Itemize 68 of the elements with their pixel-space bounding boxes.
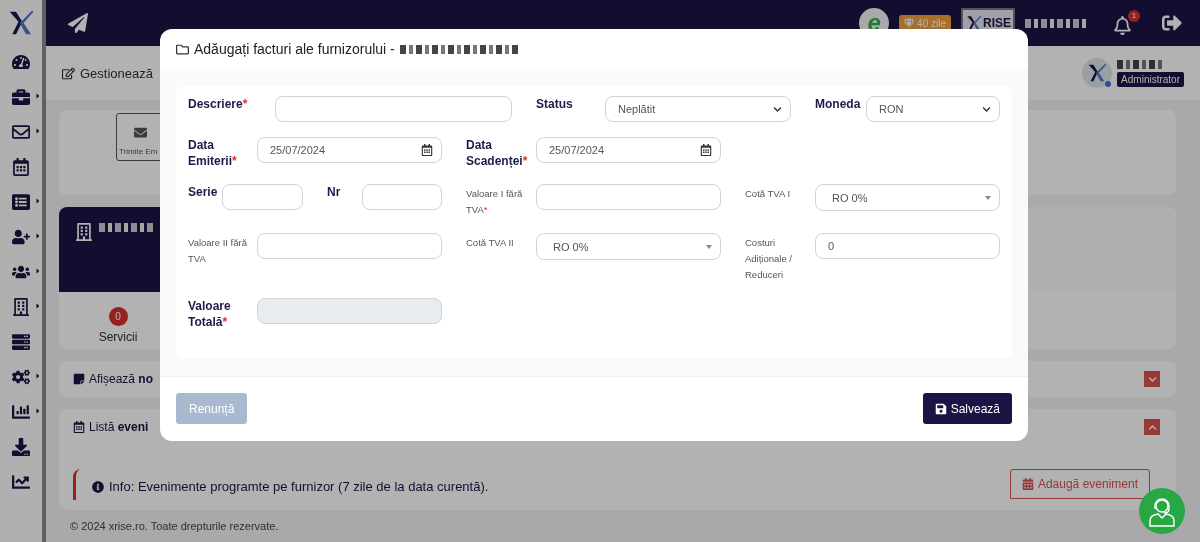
caret-down-icon	[985, 195, 991, 200]
logout-icon[interactable]	[1162, 13, 1182, 33]
count-badge: 0	[108, 307, 128, 326]
toggle-button[interactable]	[1144, 371, 1160, 387]
field-label: Nr	[327, 184, 342, 200]
calendar-icon	[73, 421, 85, 433]
field-label: Valoare Totală*	[188, 298, 232, 330]
caret-right-icon	[34, 407, 42, 415]
info-text: Info: Evenimente programte pe furnizor (7 zile de la data curentă).	[109, 479, 489, 494]
bell-icon[interactable]	[1113, 15, 1132, 35]
caret-right-icon	[34, 232, 42, 240]
page-title: Gestionează	[80, 65, 153, 81]
field-label: Status	[536, 96, 574, 112]
caret-right-icon	[34, 197, 42, 205]
text-field[interactable]	[222, 184, 303, 210]
field-label: Descriere*	[188, 96, 249, 112]
text-field[interactable]	[536, 184, 721, 210]
info-icon	[92, 480, 104, 493]
text-field[interactable]	[257, 233, 442, 259]
field-label: Valoare II fără TVA	[188, 236, 248, 266]
calendar-icon	[421, 144, 433, 156]
text-field[interactable]	[362, 184, 442, 210]
text-field[interactable]: 0	[815, 233, 1000, 259]
paper-plane-icon[interactable]	[68, 13, 88, 33]
modal-title: Adăugați facturi ale furnizorului -	[194, 41, 395, 57]
field-label: Data Scadenței*	[466, 137, 529, 169]
gem-icon	[904, 18, 915, 28]
field-label: Valoare I fără TVA*	[466, 187, 524, 217]
chevron-down-icon	[773, 104, 782, 114]
field-label: Serie	[188, 184, 219, 200]
envelope-icon	[134, 126, 147, 139]
panel-title: Listă eveni	[89, 420, 149, 434]
role-badge: Administrator	[1117, 71, 1184, 87]
text-field[interactable]	[275, 96, 512, 122]
building-icon	[75, 223, 93, 241]
status-dot	[1105, 81, 1112, 87]
select-field[interactable]: RON	[866, 96, 1000, 122]
field-label: Costuri Adiționale / Reduceri	[745, 236, 793, 282]
notification-count: 1	[1128, 9, 1140, 22]
caret-right-icon	[34, 372, 42, 380]
field-label: Cotă TVA I	[745, 187, 792, 201]
calendar-icon	[700, 144, 712, 156]
edit-icon	[62, 66, 75, 80]
panel-title: Afișează no	[89, 372, 154, 386]
chevron-down-icon	[982, 104, 991, 114]
x-mark-icon	[965, 14, 983, 32]
save-button[interactable]: Salvează	[922, 393, 1012, 424]
chevron-down-icon	[1147, 374, 1157, 384]
date-field[interactable]: 25/07/2024	[257, 137, 442, 163]
caret-right-icon	[34, 302, 42, 310]
select-field[interactable]: RO 0%	[815, 184, 1000, 211]
folder-icon	[176, 42, 189, 56]
note-icon	[73, 373, 85, 385]
field-label: Data Emiterii*	[188, 137, 238, 169]
caret-down-icon	[706, 244, 712, 249]
headset-person-icon	[1147, 495, 1177, 527]
caret-right-icon	[34, 92, 42, 100]
field-label: Moneda	[815, 96, 862, 112]
calendar-icon	[1021, 478, 1034, 490]
date-field[interactable]: 25/07/2024	[536, 137, 721, 163]
field-label: Cotă TVA II	[466, 236, 515, 250]
caret-right-icon	[34, 127, 42, 135]
select-field[interactable]: RO 0%	[536, 233, 721, 260]
toggle-button[interactable]	[1144, 419, 1160, 435]
chevron-up-icon	[1147, 422, 1157, 432]
select-field[interactable]: Neplătit	[605, 96, 791, 122]
caret-right-icon	[34, 267, 42, 275]
stat-label: Servicii	[98, 330, 138, 344]
